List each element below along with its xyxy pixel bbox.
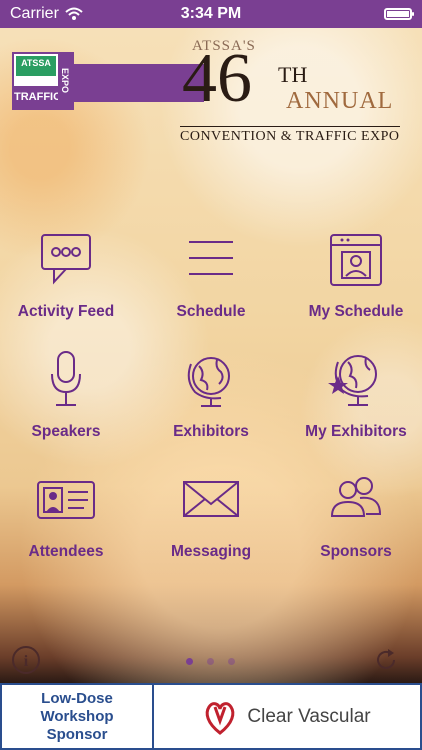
wifi-icon [65,7,83,20]
menu-attendees[interactable]: Attendees [0,470,136,561]
list-icon [181,230,241,290]
carrier-label: Carrier [10,5,59,22]
menu-label: My Schedule [308,303,404,320]
event-subtitle: CONVENTION & TRAFFIC EXPO [180,126,400,145]
menu-my-exhibitors[interactable]: My Exhibitors [286,350,422,441]
menu-messaging[interactable]: Messaging [141,470,281,561]
envelope-icon [181,470,241,530]
traffic-expo-logo: ATSSA TRAFFIC EXPO [12,52,74,110]
menu-label: Sponsors [320,543,392,560]
battery-icon [384,8,414,20]
status-bar: Carrier 3:34 PM [0,0,422,28]
edition-number: 46 [182,40,252,117]
sponsor-logo[interactable]: Clear Vascular [154,685,420,748]
status-time: 3:34 PM [180,5,242,22]
calendar-person-icon [326,230,386,290]
menu-label: Exhibitors [173,423,249,440]
id-card-icon [36,470,96,530]
microphone-icon [36,350,96,410]
menu-label: Attendees [28,543,104,560]
menu-label: My Exhibitors [305,423,407,440]
edition-suffix: TH [278,62,308,87]
sponsor-brand: Clear Vascular [247,705,371,727]
menu-label: Schedule [176,303,246,320]
sponsor-banner[interactable]: Low-Dose Workshop Sponsor Clear Vascular [0,683,422,750]
globe-icon [181,350,241,410]
annual-label: ANNUAL [286,88,394,114]
page-indicator-dot[interactable] [207,658,214,665]
menu-label: Messaging [170,543,252,560]
menu-label: Activity Feed [17,303,115,320]
people-icon [326,470,386,530]
globe-star-icon [328,350,386,410]
menu-exhibitors[interactable]: Exhibitors [141,350,281,441]
menu-my-schedule[interactable]: My Schedule [286,230,422,321]
menu-label: Speakers [31,423,101,440]
page-indicator-dot[interactable] [186,658,193,665]
refresh-icon[interactable] [372,646,400,674]
menu-activity-feed[interactable]: Activity Feed [0,230,136,321]
clear-vascular-logo-icon [203,699,237,735]
menu-schedule[interactable]: Schedule [141,230,281,321]
menu-speakers[interactable]: Speakers [0,350,136,441]
sponsor-caption: Low-Dose Workshop Sponsor [2,685,154,748]
menu-sponsors[interactable]: Sponsors [286,470,422,561]
info-button[interactable]: i [12,646,40,674]
page-indicator-dot[interactable] [228,658,235,665]
speech-bubble-icon [36,230,96,290]
